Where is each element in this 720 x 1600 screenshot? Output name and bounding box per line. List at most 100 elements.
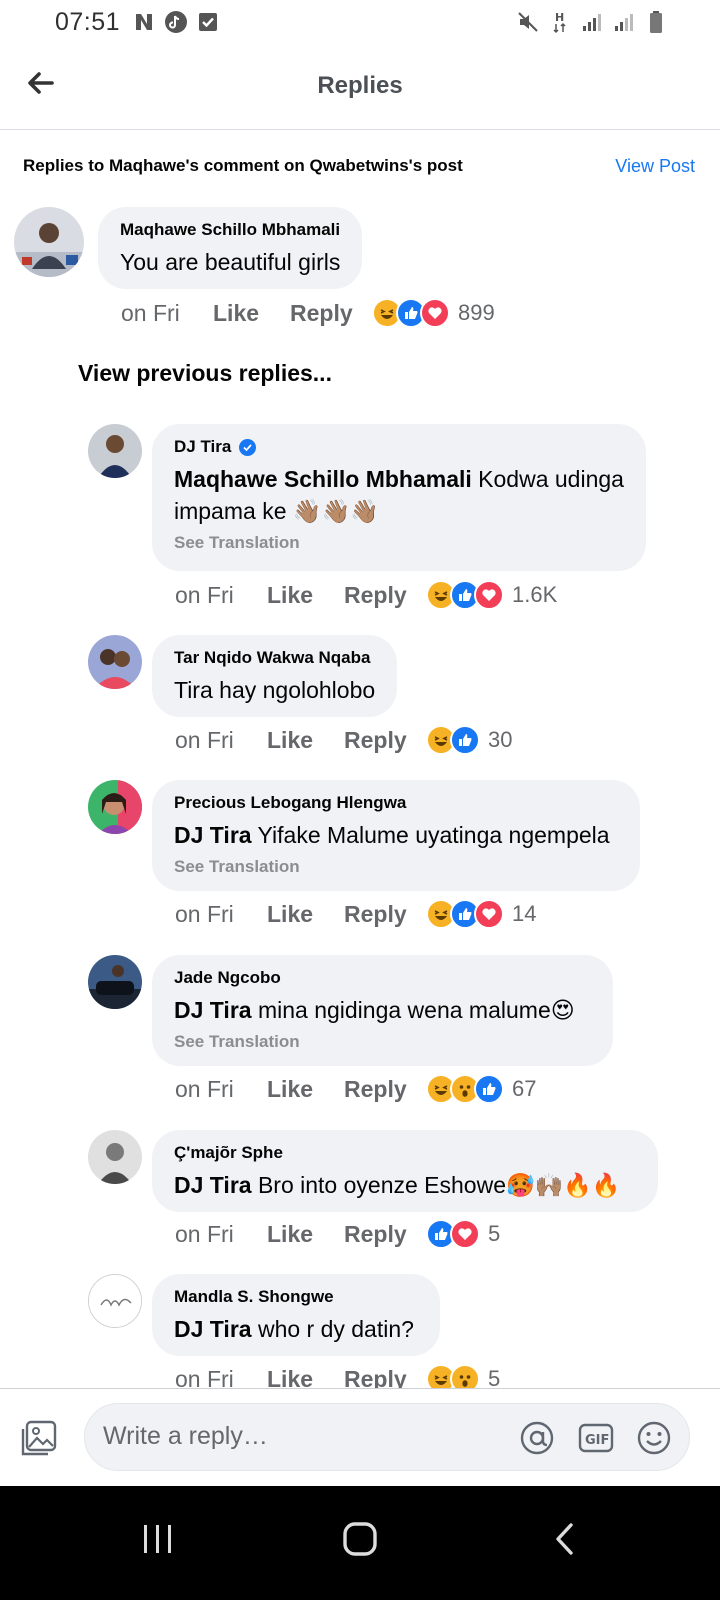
love-reaction-icon xyxy=(474,899,504,929)
reactions-summary[interactable]: 67 xyxy=(426,1074,536,1104)
comment-time: on Fri xyxy=(175,581,234,608)
gif-icon[interactable]: GIF xyxy=(578,1420,614,1456)
verified-badge-icon xyxy=(239,438,257,456)
mention-link[interactable]: DJ Tira xyxy=(174,997,252,1023)
comment-author[interactable]: Ç'majõr Sphe xyxy=(174,1143,636,1163)
like-button[interactable]: Like xyxy=(267,582,344,609)
comment-bubble[interactable]: Precious Lebogang Hlengwa DJ Tira Yifake… xyxy=(152,780,640,891)
comment-author[interactable]: Jade Ngcobo xyxy=(174,968,591,988)
header: Replies xyxy=(0,46,720,130)
comment-author[interactable]: Maqhawe Schillo Mbhamali xyxy=(120,220,340,240)
emoji-icon[interactable] xyxy=(636,1420,672,1456)
comment-author[interactable]: DJ Tira xyxy=(174,437,624,457)
avatar[interactable] xyxy=(88,635,142,689)
reaction-count: 1.6K xyxy=(512,582,558,607)
like-button[interactable]: Like xyxy=(267,1076,344,1103)
signal-icon xyxy=(580,10,604,34)
comment-author[interactable]: Precious Lebogang Hlengwa xyxy=(174,793,618,813)
android-nav-bar xyxy=(0,1486,720,1600)
mute-icon xyxy=(516,10,540,34)
comment-author[interactable]: Tar Nqido Wakwa Nqaba xyxy=(174,648,375,668)
avatar[interactable] xyxy=(88,424,142,478)
comment-actions: on Fri Like Reply 30 xyxy=(175,725,512,755)
love-reaction-icon xyxy=(450,1219,480,1249)
view-previous-replies[interactable]: View previous replies... xyxy=(78,360,332,387)
reply-button[interactable]: Reply xyxy=(344,901,426,928)
reactions-summary[interactable]: 30 xyxy=(426,725,512,755)
comment-text: DJ Tira who r dy datin? xyxy=(174,1316,414,1342)
comment-bubble[interactable]: Tar Nqido Wakwa Nqaba Tira hay ngolohlob… xyxy=(152,635,398,717)
reply-button[interactable]: Reply xyxy=(290,300,372,327)
comment-actions: on Fri Like Reply 67 xyxy=(175,1074,536,1104)
reply-button[interactable]: Reply xyxy=(344,582,426,609)
comment-text: You are beautiful girls xyxy=(120,249,341,275)
page-title: Replies xyxy=(317,72,403,99)
comment-author[interactable]: Mandla S. Shongwe xyxy=(174,1287,418,1307)
like-button[interactable]: Like xyxy=(267,727,344,754)
reply-button[interactable]: Reply xyxy=(344,1221,426,1248)
comment-time: on Fri xyxy=(175,1220,234,1247)
comment-actions: on Fri Like Reply 899 xyxy=(121,298,495,328)
like-button[interactable]: Like xyxy=(213,300,290,327)
recent-apps-icon[interactable] xyxy=(128,1514,188,1564)
comment-bubble[interactable]: Maqhawe Schillo Mbhamali You are beautif… xyxy=(98,207,363,289)
mention-link[interactable]: DJ Tira xyxy=(174,1172,252,1198)
status-right-icons: H xyxy=(516,10,668,34)
netflix-n-icon xyxy=(132,10,156,34)
comment-bubble[interactable]: Ç'majõr Sphe DJ Tira Bro into oyenze Esh… xyxy=(152,1130,658,1212)
reaction-count: 899 xyxy=(458,300,495,325)
reply-button[interactable]: Reply xyxy=(344,727,426,754)
reactions-summary[interactable]: 899 xyxy=(372,298,495,328)
see-translation-link[interactable]: See Translation xyxy=(174,1032,591,1052)
reaction-count: 5 xyxy=(488,1221,501,1246)
reaction-count: 67 xyxy=(512,1076,537,1101)
data-h-icon: H xyxy=(548,10,572,34)
home-icon[interactable] xyxy=(330,1514,390,1564)
view-post-link[interactable]: View Post xyxy=(615,156,695,177)
comment-bubble[interactable]: Mandla S. Shongwe DJ Tira who r dy datin… xyxy=(152,1274,440,1356)
at-mention-icon[interactable] xyxy=(519,1420,555,1456)
battery-icon xyxy=(644,10,668,34)
photo-icon[interactable] xyxy=(20,1419,58,1457)
comment-time: on Fri xyxy=(175,900,234,927)
status-time: 07:51 xyxy=(55,8,121,36)
see-translation-link[interactable]: See Translation xyxy=(174,533,624,553)
comment-bubble[interactable]: Jade Ngcobo DJ Tira mina ngidinga wena m… xyxy=(152,955,613,1066)
reactions-summary[interactable]: 1.6K xyxy=(426,580,557,610)
svg-text:H: H xyxy=(555,11,564,24)
comment-text: Maqhawe Schillo Mbhamali Kodwa udinga im… xyxy=(174,466,624,524)
svg-text:GIF: GIF xyxy=(585,1433,609,1448)
avatar[interactable] xyxy=(88,1130,142,1184)
checkbox-icon xyxy=(196,10,220,34)
comment-bubble[interactable]: DJ Tira Maqhawe Schillo Mbhamali Kodwa u… xyxy=(152,424,646,571)
reaction-count: 30 xyxy=(488,727,513,752)
tiktok-icon xyxy=(164,10,188,34)
avatar[interactable] xyxy=(14,207,84,277)
comment-time: on Fri xyxy=(175,1075,234,1102)
replies-context: Replies to Maqhawe's comment on Qwabetwi… xyxy=(23,156,463,175)
back-icon[interactable] xyxy=(534,1514,594,1564)
reply-input[interactable]: Write a reply… GIF xyxy=(84,1403,690,1471)
mention-link[interactable]: DJ Tira xyxy=(174,822,252,848)
signal-icon xyxy=(612,10,636,34)
reaction-count: 14 xyxy=(512,901,537,926)
comment-time: on Fri xyxy=(175,726,234,753)
like-button[interactable]: Like xyxy=(267,1221,344,1248)
comment-time: on Fri xyxy=(121,299,180,326)
comment-text: DJ Tira mina ngidinga wena malume😍 xyxy=(174,997,575,1023)
comment-actions: on Fri Like Reply 14 xyxy=(175,899,536,929)
reply-button[interactable]: Reply xyxy=(344,1076,426,1103)
comment-text: Tira hay ngolohlobo xyxy=(174,677,376,703)
see-translation-link[interactable]: See Translation xyxy=(174,857,618,877)
avatar[interactable] xyxy=(88,780,142,834)
reply-placeholder: Write a reply… xyxy=(103,1422,268,1450)
reactions-summary[interactable]: 14 xyxy=(426,899,536,929)
like-button[interactable]: Like xyxy=(267,901,344,928)
mention-link[interactable]: Maqhawe Schillo Mbhamali xyxy=(174,466,472,492)
mention-link[interactable]: DJ Tira xyxy=(174,1316,252,1342)
status-bar: 07:51 H xyxy=(0,0,720,46)
reactions-summary[interactable]: 5 xyxy=(426,1219,500,1249)
love-reaction-icon xyxy=(474,580,504,610)
avatar[interactable] xyxy=(88,1274,142,1328)
avatar[interactable] xyxy=(88,955,142,1009)
